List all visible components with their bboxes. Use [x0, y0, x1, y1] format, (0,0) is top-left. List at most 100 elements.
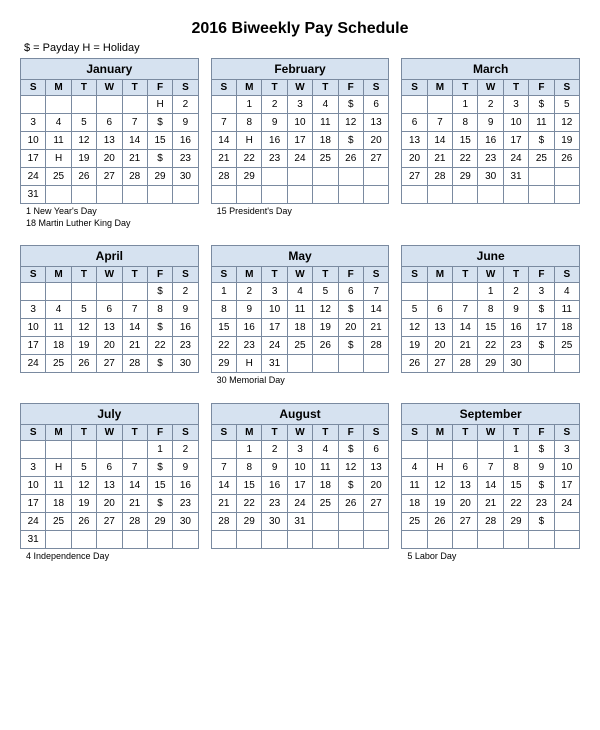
day-cell: 11 — [312, 459, 338, 477]
day-cell: $ — [147, 283, 173, 301]
week-row: 31 — [20, 186, 199, 204]
day-cell: 18 — [401, 495, 427, 513]
day-cell: 24 — [20, 355, 46, 373]
dow-cell: S — [401, 267, 427, 283]
week-row: 10111213141516 — [20, 477, 199, 495]
day-cell: 30 — [477, 168, 503, 186]
day-cell: $ — [528, 96, 554, 114]
week-row: 31 — [20, 531, 199, 549]
day-cell: 18 — [287, 319, 313, 337]
day-cell: 16 — [236, 319, 262, 337]
day-cell: 28 — [363, 337, 389, 355]
day-cell: 30 — [172, 168, 198, 186]
dow-cell: W — [96, 267, 122, 283]
day-cell: 28 — [211, 513, 237, 531]
day-cell: 31 — [503, 168, 529, 186]
day-cell: 9 — [172, 459, 198, 477]
day-cell — [20, 96, 46, 114]
week-row: 6789101112 — [401, 114, 580, 132]
day-cell: 2 — [172, 441, 198, 459]
day-cell: 27 — [401, 168, 427, 186]
day-cell — [211, 96, 237, 114]
day-cell: 7 — [211, 114, 237, 132]
week-row: 2425262728$30 — [20, 355, 199, 373]
week-row: 20212223242526 — [401, 150, 580, 168]
dow-cell: T — [71, 425, 97, 441]
month-name: September — [401, 403, 580, 425]
day-cell: 28 — [427, 168, 453, 186]
day-cell: 29 — [147, 513, 173, 531]
day-cell: 16 — [172, 319, 198, 337]
week-row — [211, 186, 390, 204]
day-cell: 20 — [96, 150, 122, 168]
week-row: H2 — [20, 96, 199, 114]
dow-cell: F — [338, 425, 364, 441]
day-cell: 22 — [452, 150, 478, 168]
day-cell: 13 — [363, 114, 389, 132]
day-cell: 11 — [312, 114, 338, 132]
week-row: 29H31 — [211, 355, 390, 373]
day-cell: 26 — [71, 168, 97, 186]
day-cell: 19 — [71, 337, 97, 355]
day-cell: 13 — [96, 132, 122, 150]
day-cell — [452, 531, 478, 549]
month-name: April — [20, 245, 199, 267]
dow-cell: S — [172, 80, 198, 96]
month-name: January — [20, 58, 199, 80]
day-cell: 23 — [477, 150, 503, 168]
week-row: 1011121314$16 — [20, 319, 199, 337]
day-cell: H — [427, 459, 453, 477]
day-cell: 24 — [261, 337, 287, 355]
day-cell: 27 — [427, 355, 453, 373]
day-cell: $ — [528, 132, 554, 150]
day-cell — [554, 186, 580, 204]
day-cell — [528, 168, 554, 186]
day-cell: 13 — [96, 319, 122, 337]
month-block: AugustSMTWTFS1234$6789101112131415161718… — [211, 403, 390, 563]
day-cell: 10 — [554, 459, 580, 477]
day-cell: 30 — [172, 355, 198, 373]
day-cell: 29 — [147, 168, 173, 186]
day-cell: 1 — [503, 441, 529, 459]
day-cell: 4 — [287, 283, 313, 301]
day-cell: 13 — [363, 459, 389, 477]
day-cell — [427, 441, 453, 459]
week-row — [401, 531, 580, 549]
day-cell: 31 — [261, 355, 287, 373]
day-cell: 15 — [236, 477, 262, 495]
day-cell: 9 — [261, 459, 287, 477]
day-cell: 15 — [147, 132, 173, 150]
dow-cell: F — [338, 80, 364, 96]
week-row: 3456789 — [20, 301, 199, 319]
quarter-row: JanuarySMTWTFSH234567$91011121314151617H… — [20, 58, 580, 229]
day-cell: 25 — [45, 513, 71, 531]
day-cell — [45, 531, 71, 549]
day-cell — [528, 186, 554, 204]
day-cell — [554, 531, 580, 549]
day-cell: 6 — [363, 441, 389, 459]
day-cell — [172, 531, 198, 549]
day-cell: 4 — [312, 441, 338, 459]
day-cell: 12 — [401, 319, 427, 337]
day-cell: 18 — [312, 132, 338, 150]
day-cell: 10 — [20, 477, 46, 495]
day-cell: 26 — [427, 513, 453, 531]
day-cell: 16 — [261, 477, 287, 495]
dow-cell: F — [338, 267, 364, 283]
dow-cell: T — [452, 425, 478, 441]
day-cell: $ — [147, 114, 173, 132]
dow-cell: T — [71, 267, 97, 283]
day-cell: 10 — [20, 132, 46, 150]
day-cell: 20 — [363, 477, 389, 495]
dow-cell: S — [554, 425, 580, 441]
day-cell — [452, 441, 478, 459]
day-cell — [363, 513, 389, 531]
day-cell: 7 — [211, 459, 237, 477]
day-cell: 24 — [20, 168, 46, 186]
day-cell — [554, 513, 580, 531]
dow-cell: S — [554, 267, 580, 283]
day-cell: 14 — [427, 132, 453, 150]
month-block: SeptemberSMTWTFS1$34H6789101112131415$17… — [401, 403, 580, 563]
day-cell: 6 — [427, 301, 453, 319]
day-cell: 10 — [287, 459, 313, 477]
